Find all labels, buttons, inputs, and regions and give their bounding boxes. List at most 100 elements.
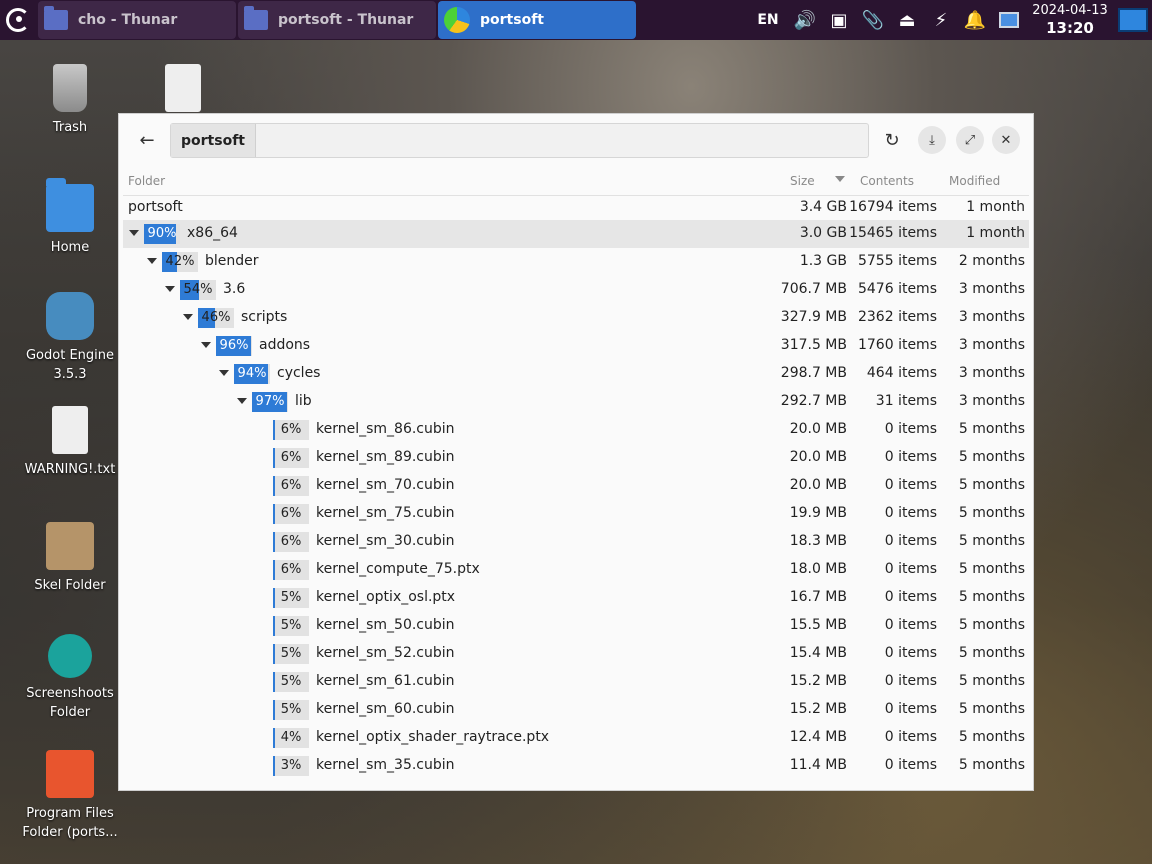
breadcrumb-portsoft[interactable]: portsoft	[171, 124, 256, 157]
tree-row[interactable]: 6% kernel_sm_86.cubin 20.0 MB 0 items 5 mont…	[123, 416, 1029, 444]
tree-row[interactable]: 96% addons 317.5 MB 1760 items 3 months	[123, 332, 1029, 360]
tree-row[interactable]: 6% kernel_sm_70.cubin 20.0 MB 0 items 5 mont…	[123, 472, 1029, 500]
show-desktop-button[interactable]	[1118, 8, 1148, 32]
usage-percentage-bar: 94%	[234, 364, 270, 384]
tree-row[interactable]: portsoft 3.4 GB 16794 items 1 month	[123, 196, 1029, 220]
clock[interactable]: 2024-04-13 13:20	[1026, 3, 1114, 38]
usage-percentage-bar: 5%	[273, 616, 309, 636]
taskbar-item-portsoft-thunar[interactable]: portsoft - Thunar	[238, 1, 436, 39]
item-modified: 5 months	[958, 645, 1025, 661]
usage-percentage-bar: 90%	[144, 224, 180, 244]
usage-percentage-label: 46%	[201, 310, 231, 325]
column-header-modified[interactable]: Modified	[949, 174, 1000, 188]
system-tray: EN 🔊 ▣ 📎 ⏏ ⚡ 🔔 2024-04-13 13:20	[748, 0, 1152, 40]
sort-descending-icon[interactable]	[835, 176, 845, 182]
desktop-icon-trash[interactable]: Trash	[20, 64, 120, 137]
taskbar-item-portsoft[interactable]: portsoft	[438, 1, 636, 39]
item-size: 20.0 MB	[789, 477, 847, 493]
expander-arrow-icon[interactable]	[129, 230, 139, 236]
tree-row[interactable]: 94% cycles 298.7 MB 464 items 3 months	[123, 360, 1029, 388]
taskbar-item-cho-thunar[interactable]: cho - Thunar	[38, 1, 236, 39]
storage-device-icon[interactable]: ▣	[822, 0, 856, 40]
desktop-icon-screenshoots-folder[interactable]: Screenshoots Folder	[20, 634, 120, 722]
desktop-icon-label: Trash	[52, 120, 88, 135]
maximize-button[interactable]: ⤢	[956, 126, 984, 154]
expander-arrow-icon[interactable]	[237, 398, 247, 404]
item-modified: 3 months	[958, 281, 1025, 297]
close-button[interactable]: ✕	[992, 126, 1020, 154]
usage-percentage-label: 96%	[219, 338, 249, 353]
tree-row[interactable]: 6% kernel_sm_89.cubin 20.0 MB 0 items 5 mont…	[123, 444, 1029, 472]
desktop-icon-program-files-folder[interactable]: Program Files Folder (ports...	[20, 750, 120, 842]
volume-icon[interactable]: 🔊	[788, 0, 822, 40]
item-size: 317.5 MB	[780, 337, 847, 353]
desktop-icon-warning-txt[interactable]: WARNING!.txt	[20, 406, 120, 479]
item-contents: 31 items	[875, 393, 937, 409]
item-size: 15.4 MB	[789, 645, 847, 661]
desktop-icon-godot[interactable]: Godot Engine 3.5.3	[20, 292, 120, 384]
item-name: kernel_sm_50.cubin	[316, 617, 455, 633]
tree-row[interactable]: 6% kernel_sm_30.cubin 18.3 MB 0 items 5 mont…	[123, 528, 1029, 556]
keyboard-layout-indicator[interactable]: EN	[748, 0, 788, 40]
tree-row[interactable]: 54% 3.6 706.7 MB 5476 items 3 months	[123, 276, 1029, 304]
refresh-button[interactable]: ↻	[878, 126, 906, 154]
tree-row[interactable]: 42% blender 1.3 GB 5755 items 2 months	[123, 248, 1029, 276]
item-name: kernel_sm_89.cubin	[316, 449, 455, 465]
item-contents: 15465 items	[849, 225, 937, 241]
expander-arrow-icon[interactable]	[165, 286, 175, 292]
tree-row[interactable]: 5% kernel_sm_50.cubin 15.5 MB 0 items 5 mont…	[123, 612, 1029, 640]
item-name: lib	[295, 393, 312, 409]
column-header-size[interactable]: Size	[790, 174, 815, 188]
item-name: kernel_sm_30.cubin	[316, 533, 455, 549]
tree-row[interactable]: 6% kernel_sm_75.cubin 19.9 MB 0 items 5 mont…	[123, 500, 1029, 528]
usage-bar-fill	[273, 588, 275, 608]
tree-row[interactable]: 5% kernel_sm_52.cubin 15.4 MB 0 items 5 mont…	[123, 640, 1029, 668]
notifications-icon[interactable]: 🔔	[958, 0, 992, 40]
usage-bar-fill	[273, 644, 275, 664]
back-button[interactable]: ←	[133, 126, 161, 154]
desktop-icon-label: Program Files Folder (ports...	[22, 806, 118, 840]
paperclip-icon[interactable]: 📎	[856, 0, 890, 40]
display-icon[interactable]	[992, 0, 1026, 40]
tree-row[interactable]: 5% kernel_sm_60.cubin 15.2 MB 0 items 5 mont…	[123, 696, 1029, 724]
tree-row[interactable]: 97% lib 292.7 MB 31 items 3 months	[123, 388, 1029, 416]
tree-row[interactable]: 90% x86_64 3.0 GB 15465 items 1 month	[123, 220, 1029, 248]
tree-row[interactable]: 4% kernel_optix_shader_raytrace.ptx 12.4 M…	[123, 724, 1029, 752]
path-bar[interactable]: portsoft	[170, 123, 869, 158]
item-contents: 0 items	[884, 449, 937, 465]
item-size: 12.4 MB	[789, 729, 847, 745]
desktop-icon-skel-folder[interactable]: Skel Folder	[20, 522, 120, 595]
item-contents: 16794 items	[849, 199, 937, 215]
usage-percentage-bar: 97%	[252, 392, 288, 412]
item-contents: 0 items	[884, 701, 937, 717]
desktop-icon-document[interactable]	[133, 64, 233, 118]
tree-row[interactable]: 6% kernel_compute_75.ptx 18.0 MB 0 items 5 m…	[123, 556, 1029, 584]
tree-row[interactable]: 46% scripts 327.9 MB 2362 items 3 months	[123, 304, 1029, 332]
tree-row[interactable]: 5% kernel_sm_61.cubin 15.2 MB 0 items 5 mont…	[123, 668, 1029, 696]
item-name: kernel_sm_52.cubin	[316, 645, 455, 661]
app-launcher-button[interactable]	[0, 0, 36, 40]
usage-percentage-label: 6%	[280, 450, 302, 465]
trash-icon	[53, 64, 87, 112]
download-icon[interactable]: ⤓	[918, 126, 946, 154]
desktop-icon-home[interactable]: Home	[20, 178, 120, 257]
eject-icon[interactable]: ⏏	[890, 0, 924, 40]
usage-percentage-bar: 6%	[273, 532, 309, 552]
expander-arrow-icon[interactable]	[147, 258, 157, 264]
column-header-folder[interactable]: Folder	[128, 174, 165, 188]
battery-icon[interactable]: ⚡	[924, 0, 958, 40]
usage-bar-fill	[273, 672, 275, 692]
usage-percentage-bar: 6%	[273, 420, 309, 440]
expander-arrow-icon[interactable]	[183, 314, 193, 320]
item-modified: 5 months	[958, 617, 1025, 633]
item-modified: 5 months	[958, 561, 1025, 577]
column-header-contents[interactable]: Contents	[860, 174, 914, 188]
item-contents: 0 items	[884, 757, 937, 773]
item-contents: 5755 items	[857, 253, 937, 269]
expander-arrow-icon[interactable]	[201, 342, 211, 348]
item-contents: 0 items	[884, 589, 937, 605]
document-icon	[165, 64, 201, 112]
expander-arrow-icon[interactable]	[219, 370, 229, 376]
tree-row[interactable]: 5% kernel_optix_osl.ptx 16.7 MB 0 items 5 mo…	[123, 584, 1029, 612]
tree-row[interactable]: 3% kernel_sm_35.cubin 11.4 MB 0 items 5 mont…	[123, 752, 1029, 780]
